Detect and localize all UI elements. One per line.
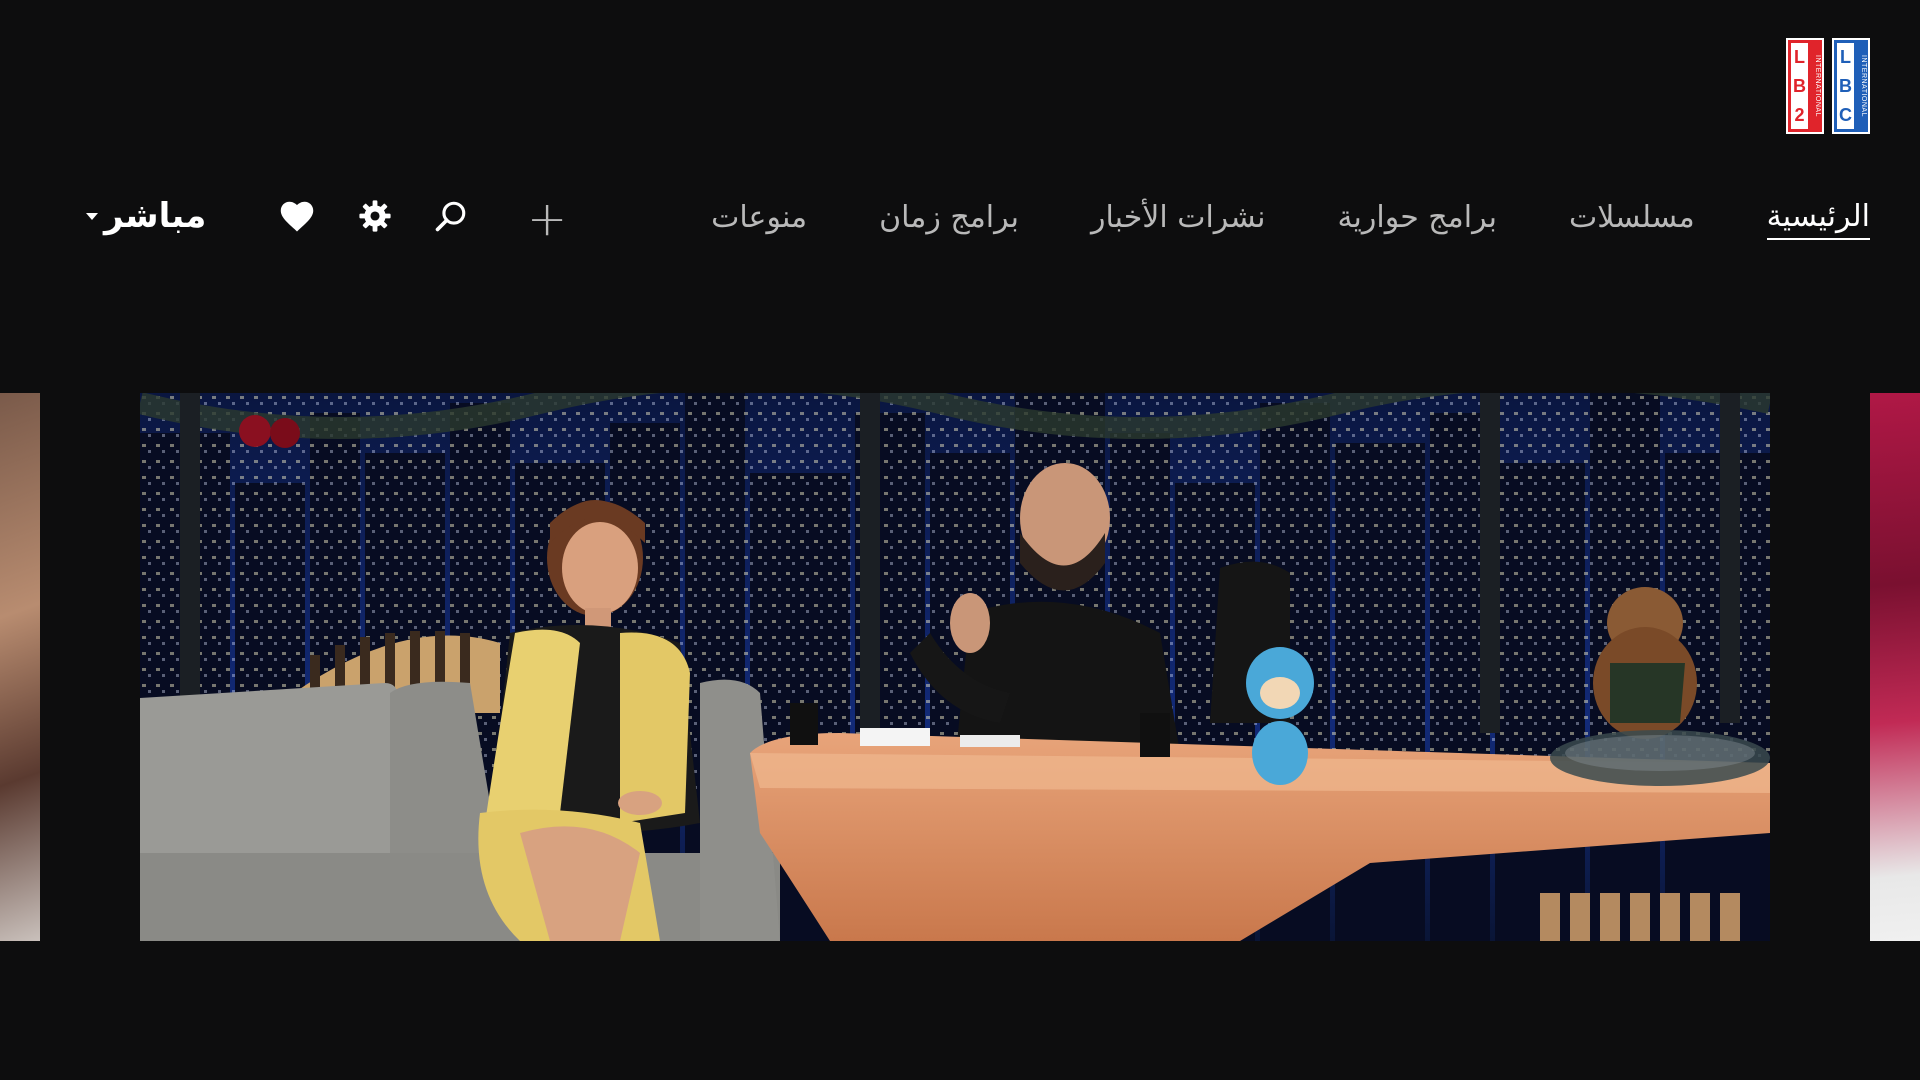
logo-letter: C [1839, 104, 1852, 125]
carousel-slide-next[interactable] [1870, 393, 1920, 941]
carousel-slide-prev[interactable] [0, 393, 40, 941]
main-nav: الرئيسية مسلسلات برامج حوارية نشرات الأخ… [527, 195, 1870, 243]
nav-item-classic-shows[interactable]: برامج زمان [879, 200, 1019, 239]
nav-items: الرئيسية مسلسلات برامج حوارية نشرات الأخ… [527, 195, 1870, 243]
live-label: مباشر [104, 196, 207, 236]
logo-lbc2: L B 2 INTERNATIONAL [1786, 38, 1824, 134]
caret-down-icon [86, 212, 98, 220]
featured-image [140, 393, 1770, 941]
hero-carousel [0, 393, 1920, 941]
logo-letter: B [1793, 75, 1806, 96]
logo-letter: 2 [1794, 104, 1805, 125]
logo-subtext: INTERNATIONAL [1860, 55, 1867, 117]
logo-letter: L [1794, 47, 1805, 68]
logo-letter: B [1839, 75, 1852, 96]
live-button[interactable]: مباشر [86, 196, 206, 236]
nav-item-talk-shows[interactable]: برامج حوارية [1337, 200, 1497, 239]
logo-letter: L [1840, 47, 1851, 68]
gear-icon[interactable] [358, 199, 392, 233]
search-icon[interactable] [434, 199, 468, 233]
nav-item-variety[interactable]: منوعات [711, 200, 807, 239]
carousel-slide-featured[interactable] [140, 393, 1770, 941]
heart-icon[interactable] [278, 199, 316, 233]
logo-lbci: L B C INTERNATIONAL [1832, 38, 1870, 134]
lbc-logo[interactable]: L B 2 INTERNATIONAL L B C INTERNATIONAL [1786, 38, 1870, 134]
app-screen: L B 2 INTERNATIONAL L B C INTERNATIONAL … [0, 0, 1920, 1080]
plus-icon[interactable]: + [527, 195, 567, 243]
nav-item-series[interactable]: مسلسلات [1569, 200, 1695, 239]
toolbar: مباشر [86, 196, 468, 236]
logo-subtext: INTERNATIONAL [1814, 55, 1821, 117]
nav-item-home[interactable]: الرئيسية [1766, 199, 1870, 240]
nav-item-news[interactable]: نشرات الأخبار [1091, 200, 1265, 239]
